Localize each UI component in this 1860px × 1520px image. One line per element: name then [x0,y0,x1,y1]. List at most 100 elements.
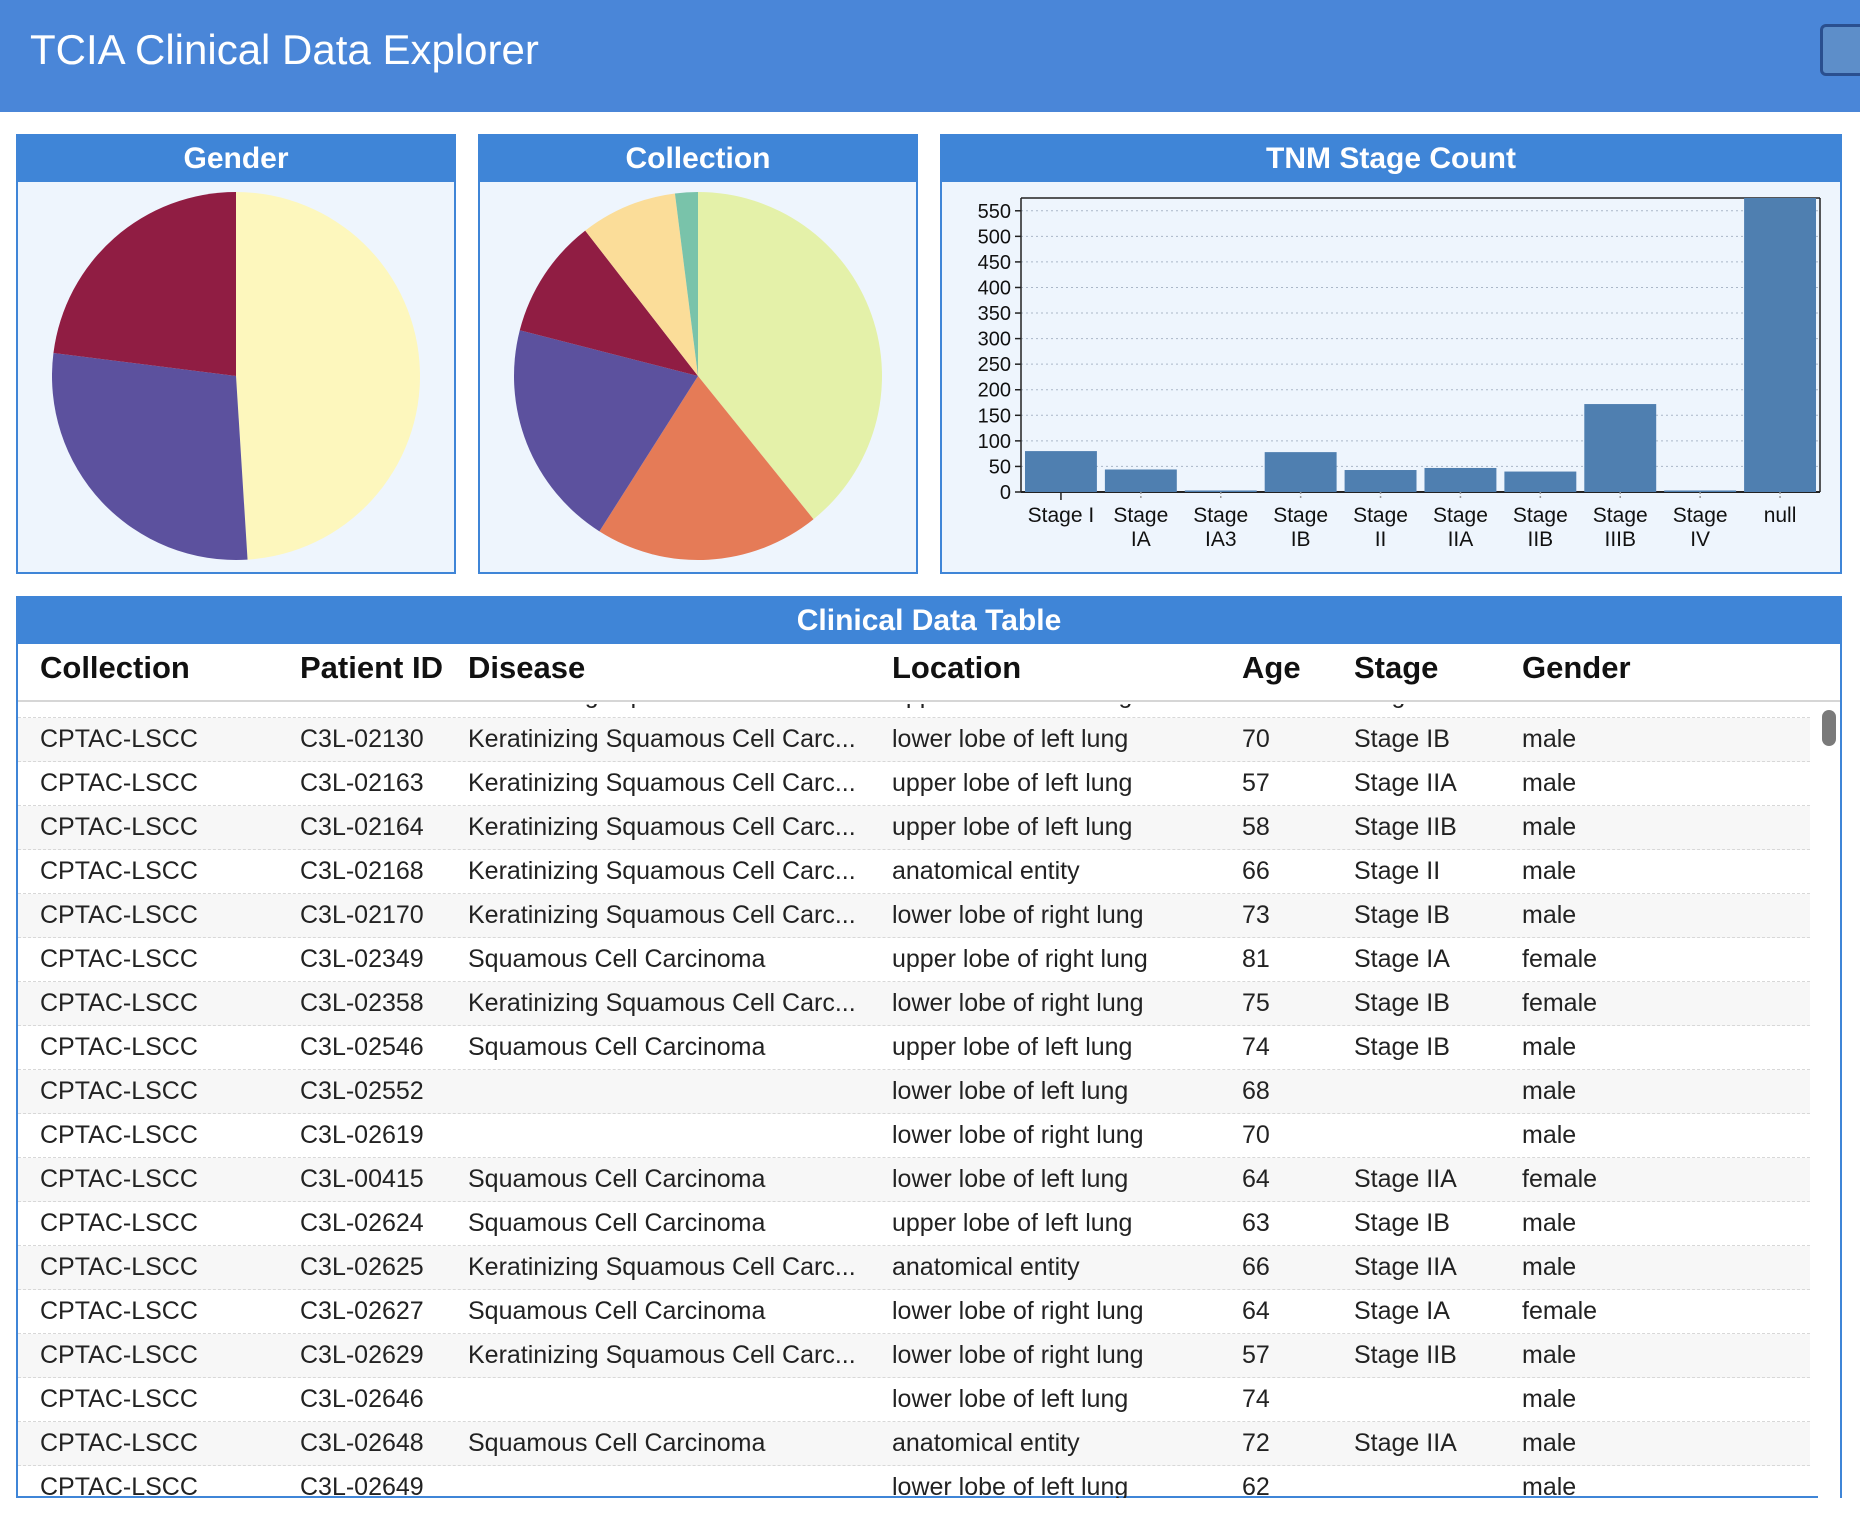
scrollbar-thumb[interactable] [1822,710,1836,746]
tnm-bar-2[interactable] [1184,490,1257,492]
table-row[interactable]: CPTAC-LSCC C3L-02624 Squamous Cell Carcino… [18,1202,1810,1246]
gender-pie-slice-2[interactable] [53,192,236,376]
table-cell: C3L-02552 [300,1077,424,1105]
tnm-bar-4[interactable] [1344,470,1417,492]
table-cell: C3L-02168 [300,857,424,885]
column-header[interactable]: Stage [1354,650,1438,686]
table-row[interactable]: CPTAC-LSCC C3L-02625 Keratinizing Squamous… [18,1246,1810,1290]
table-cell: female [1522,1297,1598,1325]
table-cell: lower lobe of left lung [892,725,1129,753]
table-row[interactable]: CPTAC-LSCC C3L-02170 Keratinizing Squamous… [18,894,1810,938]
table-row[interactable]: CPTAC-LSCC C3L-02629 Keratinizing Squamous… [18,1334,1810,1378]
table-cell: Stage IIA [1354,704,1514,710]
column-header[interactable]: Collection [40,650,190,686]
table-row[interactable]: CPTAC-LSCC C3L-02648 Squamous Cell Carcino… [18,1422,1810,1466]
table-cell: CPTAC-LSCC [40,901,198,929]
y-tick-label: 500 [978,226,1011,248]
collection-pie-chart[interactable] [480,182,916,572]
clinical-table-title: Clinical Data Table [18,598,1840,644]
table-row[interactable]: CPTAC-LSCC C3L-02649 lower lobe of left lu… [18,1466,1810,1498]
table-row[interactable]: CPTAC-LSCC C3L-02552 lower lobe of left lu… [18,1070,1810,1114]
table-row[interactable]: CPTAC-LSCC C3L-02163 Keratinizing Squamous… [18,762,1810,806]
table-cell: lower lobe of right lung [892,1297,1144,1325]
table-row[interactable]: CPTAC-LSCC C3L-02130 Keratinizing Squamous… [18,718,1810,762]
table-body[interactable]: CPTAC-LSCC C3L-02127 Keratinizing Squamous… [18,704,1810,1498]
table-cell: CPTAC-LSCC [40,769,198,797]
table-cell: Stage IA [1354,945,1450,973]
table-cell: anatomical entity [892,1429,1080,1457]
table-scrollbar[interactable] [1818,704,1840,1498]
table-cell: 73 [1242,901,1270,929]
tnm-bar-9[interactable] [1744,198,1817,492]
table-cell: C3L-02649 [300,1473,424,1498]
table-row[interactable]: CPTAC-LSCC C3L-02164 Keratinizing Squamous… [18,806,1810,850]
column-header[interactable]: Disease [468,650,585,686]
table-cell: C3L-02627 [300,1297,424,1325]
x-tick-label: Stage IV [1673,504,1728,551]
gender-pie-chart[interactable] [18,182,454,572]
table-cell: 68 [1242,1077,1270,1105]
gender-pie-slice-1[interactable] [51,352,248,560]
table-cell: Squamous Cell Carcinoma [468,1429,766,1457]
table-row[interactable]: CPTAC-LSCC C3L-02349 Squamous Cell Carcino… [18,938,1810,982]
menu-button[interactable] [1820,24,1860,76]
table-row[interactable]: CPTAC-LSCC C3L-00415 Squamous Cell Carcino… [18,1158,1810,1202]
table-cell: Keratinizing Squamous Cell Carc... [468,857,856,885]
table-cell: C3L-02163 [300,769,424,797]
table-cell: lower lobe of left lung [892,1165,1129,1193]
tnm-bar-0[interactable] [1024,451,1097,492]
table-cell: female [1522,1165,1598,1193]
column-header[interactable]: Gender [1522,650,1631,686]
tnm-bar-1[interactable] [1104,469,1177,492]
tnm-bar-3[interactable] [1264,452,1337,492]
table-row[interactable]: CPTAC-LSCC C3L-02619 lower lobe of right l… [18,1114,1810,1158]
table-cell: Keratinizing Squamous Cell Carc... [468,725,856,753]
table-cell: male [1522,1077,1577,1105]
table-row[interactable]: CPTAC-LSCC C3L-02168 Keratinizing Squamous… [18,850,1810,894]
table-cell: Stage IIA [1354,1429,1457,1457]
table-cell: CPTAC-LSCC [40,1473,198,1498]
table-row[interactable]: CPTAC-LSCC C3L-02127 Keratinizing Squamous… [18,704,1810,718]
table-cell: 66 [1242,857,1270,885]
table-cell: lower lobe of right lung [892,901,1144,929]
table-cell: lower lobe of right lung [892,989,1144,1017]
table-cell: Stage IB [1354,1033,1450,1061]
table-cell: C3L-02127 [300,704,460,710]
tnm-bar-6[interactable] [1504,471,1577,492]
table-cell: upper lobe of right lung [892,945,1148,973]
x-tick-label: Stage IB [1273,504,1328,551]
table-row[interactable]: CPTAC-LSCC C3L-02627 Squamous Cell Carcino… [18,1290,1810,1334]
table-row[interactable]: CPTAC-LSCC C3L-02646 lower lobe of left lu… [18,1378,1810,1422]
tnm-bar-8[interactable] [1664,490,1737,492]
table-cell: male [1522,1121,1577,1149]
table-row[interactable]: CPTAC-LSCC C3L-02546 Squamous Cell Carcino… [18,1026,1810,1070]
table-cell: CPTAC-LSCC [40,1033,198,1061]
table-row[interactable]: CPTAC-LSCC C3L-02358 Keratinizing Squamous… [18,982,1810,1026]
table-cell: 63 [1242,1209,1270,1237]
tnm-panel-title: TNM Stage Count [942,136,1840,182]
collection-panel: Collection [478,134,918,574]
table-cell: male [1522,1253,1577,1281]
table-cell: Stage IIB [1354,813,1457,841]
table-cell: male [1522,769,1577,797]
table-cell: male [1522,901,1577,929]
column-header[interactable]: Age [1242,650,1301,686]
table-cell: male [1522,813,1577,841]
tnm-bar-chart[interactable]: 0 50 100 150 200 250 300 350 400 450 500 550 Stage I… [942,182,1840,572]
table-cell: Keratinizing Squamous Cell Carc... [468,704,878,710]
table-cell: CPTAC-LSCC [40,1429,198,1457]
table-cell: Stage IB [1354,725,1450,753]
table-cell: 57 [1242,769,1270,797]
table-cell: 75 [1242,989,1270,1017]
column-header[interactable]: Patient ID [300,650,443,686]
table-cell: Squamous Cell Carcinoma [468,1209,766,1237]
column-header[interactable]: Location [892,650,1021,686]
gender-panel-title: Gender [18,136,454,182]
table-cell: Squamous Cell Carcinoma [468,1297,766,1325]
table-cell: CPTAC-LSCC [40,1121,198,1149]
table-cell: Keratinizing Squamous Cell Carc... [468,769,856,797]
tnm-bar-5[interactable] [1424,467,1497,492]
app-root: TCIA Clinical Data Explorer Gender Colle… [0,0,1860,1520]
gender-pie-slice-0[interactable] [236,192,420,560]
tnm-bar-7[interactable] [1584,404,1657,492]
